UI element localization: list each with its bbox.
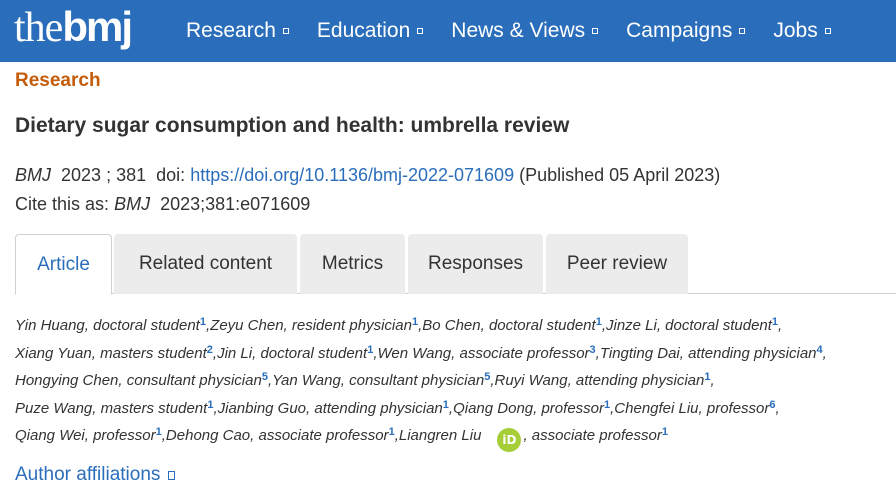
nav-news-views[interactable]: News & Views bbox=[451, 19, 599, 43]
nav-jobs-label: Jobs bbox=[773, 19, 818, 42]
doi-label: doi: bbox=[156, 165, 186, 185]
author-name[interactable]: Jianbing Guo, attending physician bbox=[218, 400, 443, 417]
nav-campaigns-label: Campaigns bbox=[626, 19, 733, 42]
affiliation-ref[interactable]: 5 bbox=[262, 371, 268, 383]
author-affiliations-toggle[interactable]: Author affiliations bbox=[15, 464, 176, 486]
author-name[interactable]: Yin Huang, doctoral student bbox=[15, 317, 200, 334]
tab-related-content[interactable]: Related content bbox=[114, 234, 297, 294]
author-name[interactable]: Chengfei Liu, professor bbox=[614, 400, 769, 417]
affiliation-ref[interactable]: 1 bbox=[604, 399, 610, 411]
section-label[interactable]: Research bbox=[15, 70, 101, 92]
affiliation-ref[interactable]: 1 bbox=[389, 426, 395, 438]
logo-bmj: bmj bbox=[62, 3, 133, 50]
affiliation-ref[interactable]: 1 bbox=[156, 426, 162, 438]
doi-link[interactable]: https://doi.org/10.1136/bmj-2022-071609 bbox=[190, 165, 514, 185]
author-name[interactable]: Tingting Dai, attending physician bbox=[600, 345, 817, 362]
journal-name: BMJ bbox=[15, 165, 51, 185]
article-title: Dietary sugar consumption and health: um… bbox=[15, 114, 570, 137]
nav-campaigns[interactable]: Campaigns bbox=[626, 19, 746, 43]
author-name[interactable]: Puze Wang, masters student bbox=[15, 400, 207, 417]
expand-icon bbox=[168, 470, 176, 480]
affiliation-ref[interactable]: 1 bbox=[772, 316, 778, 328]
cite-as-ref: 2023;381:e071609 bbox=[160, 194, 311, 214]
author-list: Yin Huang, doctoral student1,Zeyu Chen, … bbox=[15, 312, 895, 453]
site-header: thebmj Research Education News & Views C… bbox=[0, 0, 896, 62]
article-tabs: Article Related content Metrics Response… bbox=[15, 234, 896, 295]
nav-research[interactable]: Research bbox=[186, 19, 289, 43]
author-name[interactable]: Jin Li, doctoral student bbox=[217, 345, 367, 362]
tab-peer-review[interactable]: Peer review bbox=[546, 234, 688, 294]
affiliation-ref[interactable]: 1 bbox=[200, 316, 206, 328]
author-name[interactable]: Ruyi Wang, attending physician bbox=[495, 372, 705, 389]
tab-metrics[interactable]: Metrics bbox=[300, 234, 405, 294]
author-name[interactable]: Wen Wang, associate professor bbox=[377, 345, 589, 362]
dropdown-icon bbox=[282, 28, 289, 34]
cite-as-label: Cite this as: bbox=[15, 194, 110, 214]
affiliation-ref[interactable]: 1 bbox=[704, 371, 710, 383]
affiliation-ref[interactable]: 6 bbox=[769, 399, 775, 411]
dropdown-icon bbox=[592, 28, 599, 34]
citation-year: 2023 bbox=[61, 165, 102, 185]
nav-research-label: Research bbox=[186, 19, 276, 42]
author-name[interactable]: Liangren Liu bbox=[399, 427, 482, 444]
cite-as-line: Cite this as: BMJ 2023;381:e071609 bbox=[15, 194, 310, 215]
author-name[interactable]: Yan Wang, consultant physician bbox=[272, 372, 484, 389]
nav-education-label: Education bbox=[316, 19, 411, 42]
nav-news-views-label: News & Views bbox=[451, 19, 586, 42]
affiliation-ref[interactable]: 1 bbox=[662, 426, 668, 438]
nav-jobs[interactable]: Jobs bbox=[773, 19, 831, 43]
author-role: , associate professor bbox=[523, 427, 662, 445]
affiliation-ref[interactable]: 4 bbox=[817, 344, 823, 356]
author-name[interactable]: Dehong Cao, associate professor bbox=[166, 427, 389, 444]
author-affiliations-label: Author affiliations bbox=[15, 464, 161, 485]
affiliation-ref[interactable]: 5 bbox=[484, 371, 490, 383]
author-name[interactable]: Jinze Li, doctoral student bbox=[606, 317, 772, 334]
dropdown-icon bbox=[739, 28, 746, 34]
tab-article[interactable]: Article bbox=[15, 234, 112, 295]
nav-education[interactable]: Education bbox=[316, 19, 424, 43]
affiliation-ref[interactable]: 1 bbox=[412, 316, 418, 328]
affiliation-ref[interactable]: 1 bbox=[596, 316, 602, 328]
author-name[interactable]: Qiang Wei, professor bbox=[15, 427, 156, 444]
author-name[interactable]: Qiang Dong, professor bbox=[453, 400, 604, 417]
tab-responses[interactable]: Responses bbox=[408, 234, 543, 294]
dropdown-icon bbox=[824, 28, 831, 34]
affiliation-ref[interactable]: 1 bbox=[443, 399, 449, 411]
published-date: (Published 05 April 2023) bbox=[519, 165, 721, 185]
cite-as-journal: BMJ bbox=[114, 194, 151, 214]
author-name[interactable]: Zeyu Chen, resident physician bbox=[210, 317, 412, 334]
affiliation-ref[interactable]: 2 bbox=[207, 344, 213, 356]
citation-volume: 381 bbox=[116, 165, 147, 185]
affiliation-ref[interactable]: 1 bbox=[207, 399, 213, 411]
orcid-icon[interactable]: iD bbox=[497, 428, 522, 453]
dropdown-icon bbox=[417, 28, 424, 34]
author-name[interactable]: Bo Chen, doctoral student bbox=[422, 317, 595, 334]
author-name[interactable]: Xiang Yuan, masters student bbox=[15, 345, 207, 362]
bmj-logo[interactable]: thebmj bbox=[14, 3, 133, 51]
affiliation-ref[interactable]: 1 bbox=[367, 344, 373, 356]
logo-the: the bbox=[14, 5, 63, 51]
author-name[interactable]: Hongying Chen, consultant physician bbox=[15, 372, 262, 389]
citation-line: BMJ 2023 ; 381 doi: https://doi.org/10.1… bbox=[15, 165, 721, 185]
affiliation-ref[interactable]: 3 bbox=[590, 344, 596, 356]
main-nav: Research Education News & Views Campaign… bbox=[186, 0, 859, 62]
